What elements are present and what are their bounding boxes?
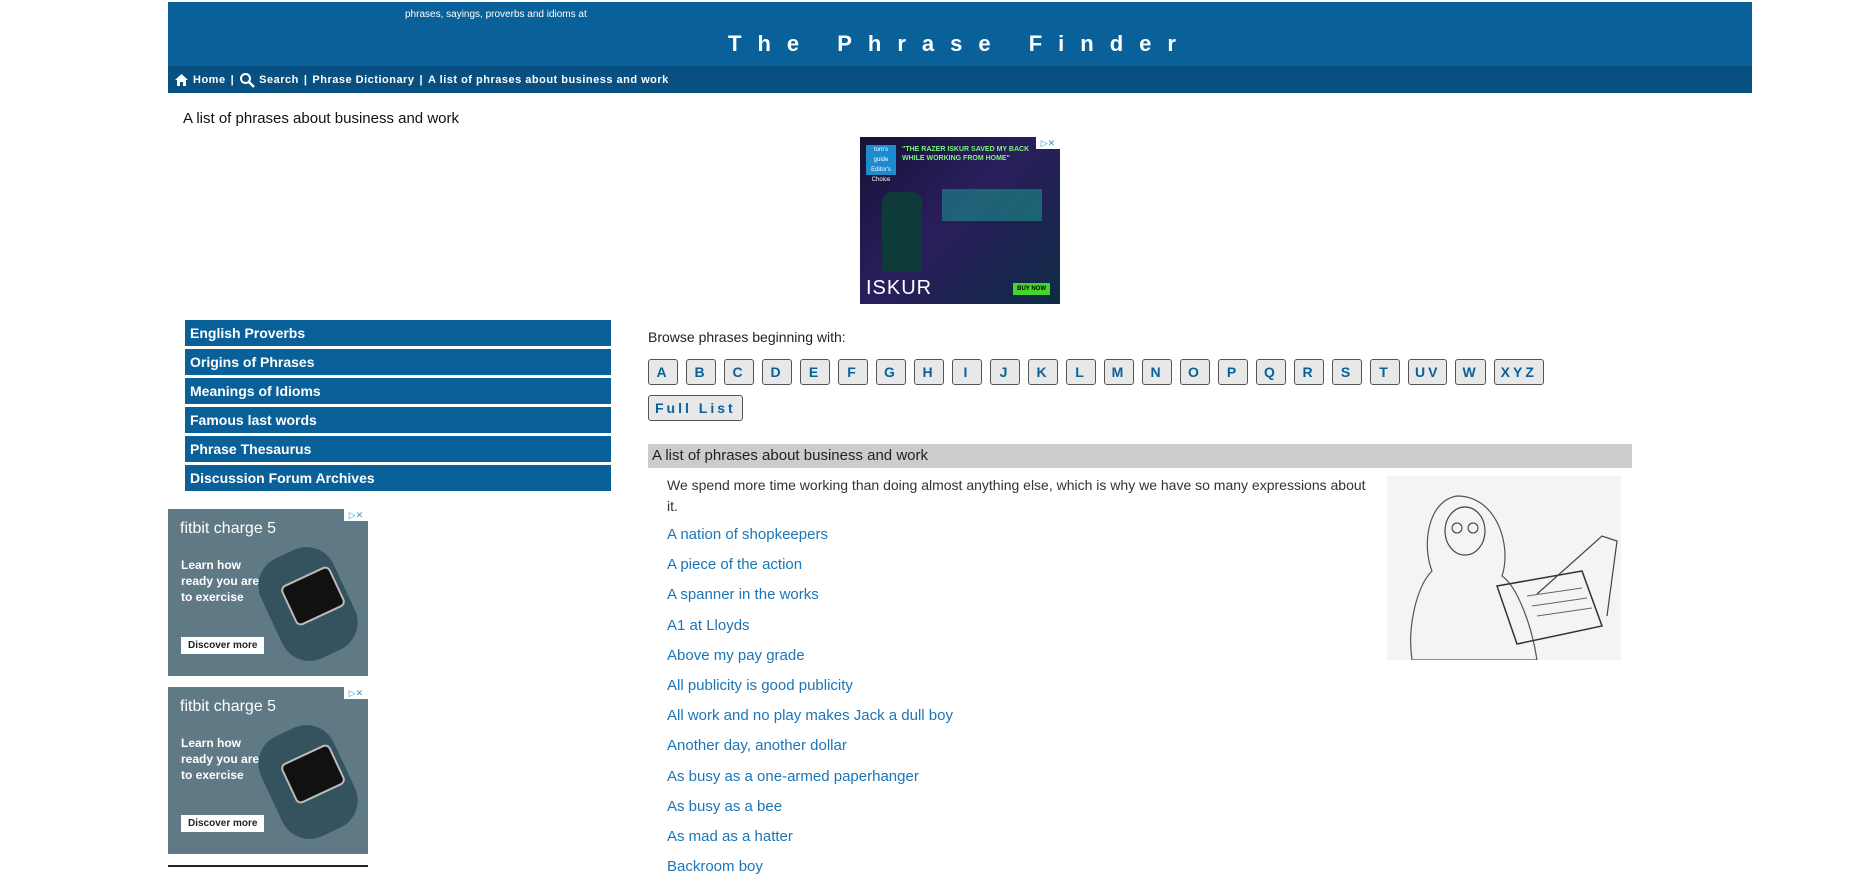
site-tagline: phrases, sayings, proverbs and idioms at (405, 9, 587, 20)
ad-discover-button[interactable]: Discover more (181, 815, 265, 832)
letter-button-o[interactable]: O (1180, 359, 1210, 385)
letter-button-h[interactable]: H (914, 359, 944, 385)
phrase-link[interactable]: A spanner in the works (667, 586, 953, 616)
breadcrumb-phrase-dictionary[interactable]: Phrase Dictionary (312, 74, 414, 86)
sidebar-advertisement[interactable]: ▷✕ fitbit charge 5 Learn how ready you a… (168, 509, 368, 676)
letter-button-t[interactable]: T (1370, 359, 1400, 385)
page-title: A list of phrases about business and wor… (183, 110, 459, 127)
ad-choices-icon[interactable]: ▷✕ (344, 687, 368, 699)
letter-button-s[interactable]: S (1332, 359, 1362, 385)
letter-button-full-list[interactable]: Full List (648, 395, 743, 421)
letter-button-l[interactable]: L (1066, 359, 1096, 385)
phrase-link[interactable]: As mad as a hatter (667, 828, 953, 858)
breadcrumb-search[interactable]: Search (259, 74, 299, 86)
site-title[interactable]: The Phrase Finder (168, 31, 1752, 57)
breadcrumb-separator: | (303, 73, 308, 86)
sidebar-item-meanings-of-idioms[interactable]: Meanings of Idioms (185, 378, 611, 404)
section-intro: We spend more time working than doing al… (667, 477, 1366, 514)
letter-button-i[interactable]: I (952, 359, 982, 385)
sidebar-advertisement[interactable]: ▷✕ fitbit charge 5 Learn how ready you a… (168, 687, 368, 854)
ad-publisher-logo: tom's guide Editor's Choice (866, 145, 896, 183)
advertisement-banner[interactable]: ▷✕ tom's guide Editor's Choice "THE RAZE… (860, 137, 1060, 304)
letter-button-p[interactable]: P (1218, 359, 1248, 385)
phrase-link[interactable]: A nation of shopkeepers (667, 526, 953, 556)
letter-button-e[interactable]: E (800, 359, 830, 385)
phrase-link[interactable]: Above my pay grade (667, 647, 953, 677)
letter-button-m[interactable]: M (1104, 359, 1134, 385)
ad-copy: Learn how ready you are to exercise (181, 558, 260, 604)
phrase-link[interactable]: Backroom boy (667, 858, 953, 888)
letter-button-k[interactable]: K (1028, 359, 1058, 385)
ad-brand: ISKUR (866, 277, 933, 299)
sidebar-item-famous-last-words[interactable]: Famous last words (185, 407, 611, 433)
letter-index: A B C D E F G H I J K L M N O P Q R S T UV W XYZ Full List (648, 359, 1648, 431)
sidebar-item-english-proverbs[interactable]: English Proverbs (185, 320, 611, 346)
letter-button-w[interactable]: W (1455, 359, 1486, 385)
letter-button-r[interactable]: R (1294, 359, 1324, 385)
phrase-list: A nation of shopkeepers A piece of the ac… (667, 526, 953, 888)
browse-label: Browse phrases beginning with: (648, 329, 846, 345)
letter-button-f[interactable]: F (838, 359, 868, 385)
letter-button-g[interactable]: G (876, 359, 906, 385)
ad-chair-image (882, 192, 922, 272)
letter-button-xyz[interactable]: XYZ (1493, 359, 1544, 385)
phrase-link[interactable]: Another day, another dollar (667, 737, 953, 767)
letter-button-j[interactable]: J (990, 359, 1020, 385)
phrase-link[interactable]: As busy as a one-armed paperhanger (667, 768, 953, 798)
letter-button-q[interactable]: Q (1256, 359, 1286, 385)
ad-buy-button[interactable]: BUY NOW (1013, 283, 1050, 295)
phrase-link[interactable]: As busy as a bee (667, 798, 953, 828)
letter-button-b[interactable]: B (686, 359, 716, 385)
phrase-link[interactable]: A piece of the action (667, 556, 953, 586)
breadcrumb-separator: | (230, 73, 235, 86)
breadcrumb-home[interactable]: Home (193, 74, 226, 86)
sidebar-menu: English Proverbs Origins of Phrases Mean… (185, 320, 611, 494)
home-icon[interactable] (174, 73, 189, 87)
ad-brand: fitbit charge 5 (180, 520, 277, 537)
ad-brand: fitbit charge 5 (180, 698, 277, 715)
sidebar-item-origins-of-phrases[interactable]: Origins of Phrases (185, 349, 611, 375)
phrase-link[interactable]: A1 at Lloyds (667, 617, 953, 647)
section-heading: A list of phrases about business and wor… (648, 444, 1632, 468)
site-header: phrases, sayings, proverbs and idioms at… (168, 2, 1752, 93)
breadcrumb: Home | Search | Phrase Dictionary | A li… (168, 66, 1752, 93)
sidebar-item-phrase-thesaurus[interactable]: Phrase Thesaurus (185, 436, 611, 462)
letter-button-a[interactable]: A (648, 359, 678, 385)
ad-quote: "THE RAZER ISKUR SAVED MY BACK WHILE WOR… (902, 146, 1030, 162)
woman-with-laptop-sketch-image (1387, 476, 1621, 660)
phrase-link[interactable]: All publicity is good publicity (667, 677, 953, 707)
ad-discover-button[interactable]: Discover more (181, 637, 265, 654)
breadcrumb-current: A list of phrases about business and wor… (428, 73, 669, 86)
ad-choices-icon[interactable]: ▷✕ (344, 509, 368, 521)
sidebar-item-discussion-forum-archives[interactable]: Discussion Forum Archives (185, 465, 611, 491)
letter-button-c[interactable]: C (724, 359, 754, 385)
letter-button-uv[interactable]: UV (1408, 359, 1448, 385)
letter-button-n[interactable]: N (1142, 359, 1172, 385)
ad-monitor-image (942, 189, 1042, 221)
search-icon[interactable] (239, 72, 256, 88)
breadcrumb-separator: | (419, 73, 424, 86)
phrase-link[interactable]: All work and no play makes Jack a dull b… (667, 707, 953, 737)
ad-copy: Learn how ready you are to exercise (181, 736, 260, 782)
letter-button-d[interactable]: D (762, 359, 792, 385)
sidebar-advertisement-edge (168, 865, 368, 867)
